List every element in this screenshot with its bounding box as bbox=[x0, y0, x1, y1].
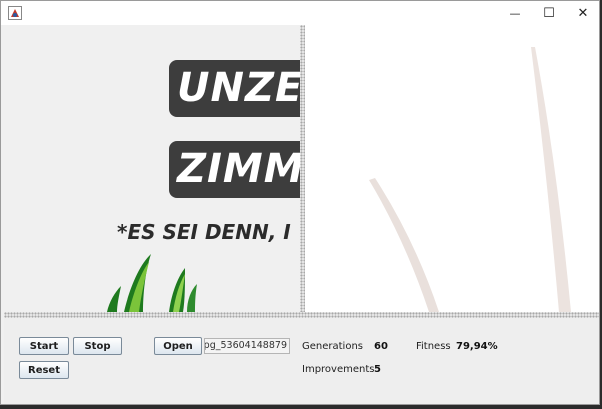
minimize-button[interactable]: — bbox=[498, 1, 532, 25]
sign-text-2: ZIMM bbox=[177, 146, 300, 192]
fitness-label: Fitness bbox=[416, 341, 451, 352]
app-icon bbox=[8, 6, 22, 20]
reset-button[interactable]: Reset bbox=[19, 361, 69, 379]
sign-line-1: UNZE bbox=[169, 60, 300, 117]
sign-text-1: UNZE bbox=[177, 65, 300, 111]
fitness-value: 79,94% bbox=[456, 341, 498, 352]
source-image-panel: UNZE ZIMM *ES SEI DENN, I bbox=[4, 25, 300, 312]
maximize-icon: ☐ bbox=[543, 5, 555, 21]
close-icon: ✕ bbox=[577, 5, 589, 21]
sign-line-2: ZIMM bbox=[169, 141, 300, 198]
open-button[interactable]: Open bbox=[154, 337, 202, 355]
title-bar[interactable]: — ☐ ✕ bbox=[1, 1, 599, 25]
sign-subline: *ES SEI DENN, I bbox=[117, 220, 291, 244]
start-button[interactable]: Start bbox=[19, 337, 69, 355]
improvements-value: 5 bbox=[374, 364, 381, 375]
brush-strokes bbox=[369, 47, 571, 312]
generations-label: Generations bbox=[302, 341, 363, 352]
app-window: — ☐ ✕ UNZE ZIMM *ES SEI DENN, I Start St… bbox=[0, 0, 600, 405]
controls-panel: Start Stop Reset Open 53604148879_n.jpg … bbox=[4, 318, 599, 404]
generations-value: 60 bbox=[374, 341, 388, 352]
grass-illustration bbox=[107, 254, 197, 312]
maximize-button[interactable]: ☐ bbox=[532, 1, 566, 25]
generated-image-panel bbox=[305, 25, 599, 312]
minimize-icon: — bbox=[509, 6, 521, 20]
file-path-field[interactable]: 53604148879_n.jpg bbox=[204, 338, 290, 354]
improvements-label: Improvements bbox=[302, 364, 375, 375]
close-button[interactable]: ✕ bbox=[566, 1, 600, 25]
stop-button[interactable]: Stop bbox=[73, 337, 122, 355]
